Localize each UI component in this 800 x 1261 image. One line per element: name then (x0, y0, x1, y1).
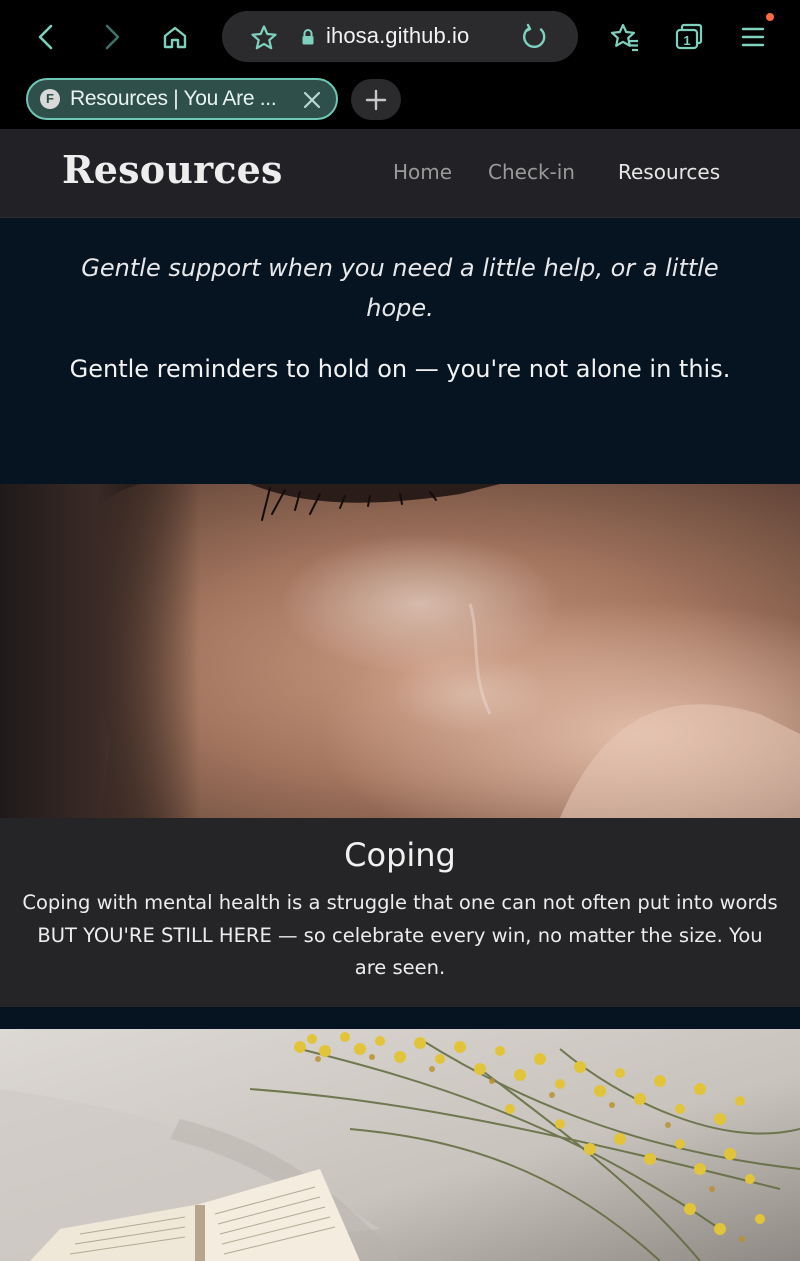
hero-section: Gentle support when you need a little he… (0, 218, 800, 484)
tabs-icon: 1 (675, 23, 703, 50)
address-bar[interactable]: ihosa.github.io (222, 11, 578, 62)
resource-card-coping: Coping Coping with mental health is a st… (0, 484, 800, 1007)
back-button[interactable] (24, 15, 68, 59)
nav-link-check-in[interactable]: Check-in (488, 160, 575, 184)
home-icon (163, 26, 187, 49)
active-tab[interactable]: F Resources | You Are ... (26, 78, 338, 120)
tab-count: 1 (683, 33, 690, 48)
forward-icon (105, 24, 120, 50)
url-text: ihosa.github.io (326, 23, 470, 48)
new-tab-button[interactable] (351, 79, 401, 120)
hero-tagline: Gentle support when you need a little he… (81, 254, 719, 322)
bookmarks-button[interactable] (603, 15, 647, 59)
web-page: Resources Home Check-in Resources Gentle… (0, 129, 800, 1261)
tab-favicon: F (40, 89, 60, 109)
plus-icon (365, 89, 387, 110)
browser-chrome: ihosa.github.io 1 F Resources | You Are … (0, 0, 800, 129)
tab-title: Resources | You Are ... (70, 87, 277, 110)
hero-subtitle: Gentle reminders to hold on — you're not… (69, 355, 731, 383)
forward-button[interactable] (90, 15, 134, 59)
nav-link-resources[interactable]: Resources (618, 160, 720, 184)
nav-link-home[interactable]: Home (393, 160, 452, 184)
notification-dot (766, 13, 774, 21)
card-heading: Coping (344, 836, 456, 874)
site-header: Resources Home Check-in Resources (0, 129, 800, 218)
star-icon[interactable] (250, 24, 278, 52)
back-icon (38, 24, 53, 50)
menu-button[interactable] (731, 15, 775, 59)
browser-toolbar: ihosa.github.io 1 (0, 0, 800, 74)
home-button[interactable] (153, 15, 197, 59)
tab-strip: F Resources | You Are ... (0, 74, 800, 129)
card-text: Coping with mental health is a struggle … (22, 891, 778, 979)
lock-icon (302, 29, 314, 45)
card-image-flowers-book (0, 1029, 800, 1261)
card-image-tearful-face (0, 484, 800, 818)
tabs-button[interactable]: 1 (667, 15, 711, 59)
close-icon[interactable] (301, 89, 323, 111)
tearful-face-image (0, 484, 800, 818)
site-title: Resources (62, 147, 283, 192)
bookmarks-icon (610, 23, 638, 52)
reload-icon[interactable] (520, 23, 548, 51)
menu-icon (741, 27, 765, 47)
flowers-book-image (0, 1029, 800, 1261)
resource-card-2 (0, 1029, 800, 1261)
